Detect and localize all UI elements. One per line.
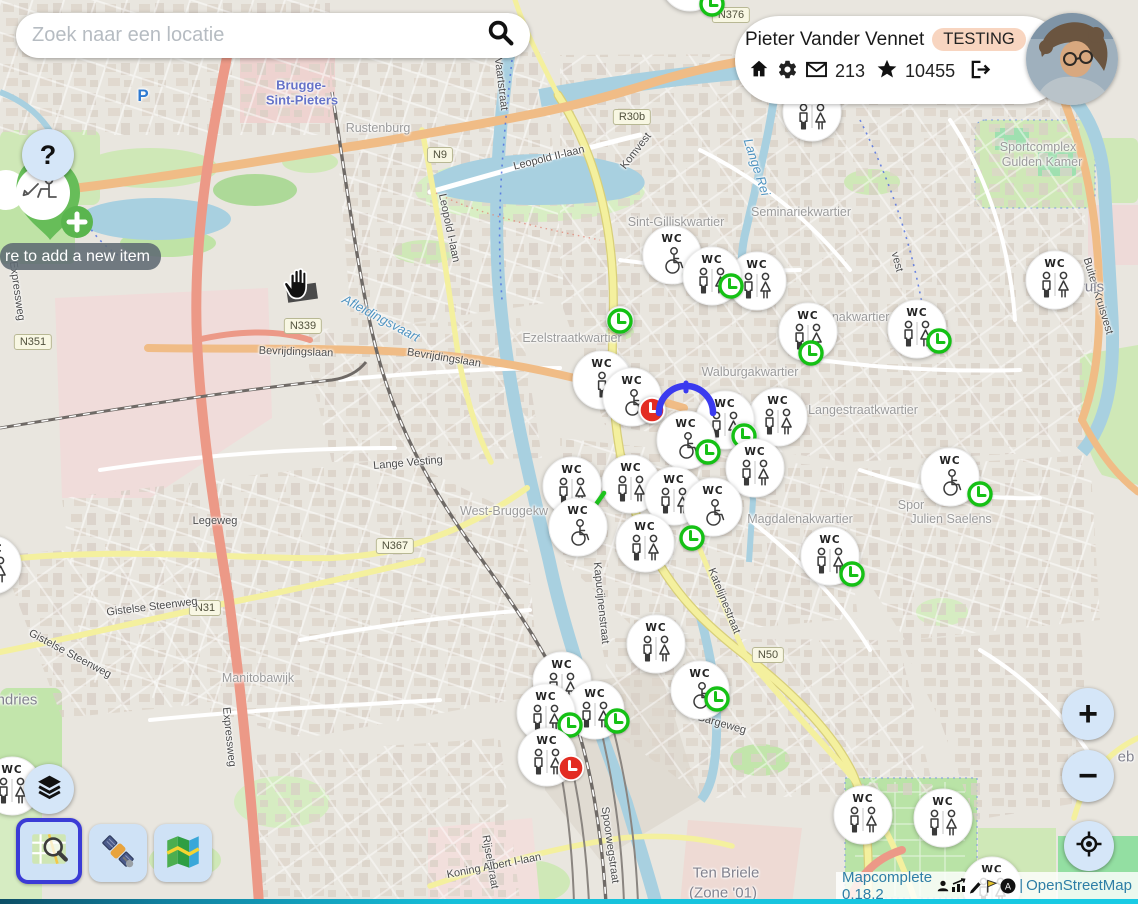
opening-hours-badge [605,306,635,341]
pencil-icon [968,878,983,894]
folded-map-icon [162,830,204,877]
svg-text:WC: WC [906,307,927,319]
toilet-marker[interactable]: WC [1025,250,1085,315]
svg-text:WC: WC [620,462,641,474]
attribution-app[interactable]: Mapcomplete 0.18.2 [842,869,933,903]
zoom-out-button[interactable]: − [1062,750,1114,802]
layers-button[interactable] [24,764,74,814]
contributor-icon [936,878,950,894]
opening-hours-badge [716,271,746,306]
satellite-icon [97,830,139,877]
svg-text:WC: WC [932,796,953,808]
svg-text:WC: WC [645,622,666,634]
svg-text:WC: WC [536,735,557,747]
hand-cursor-icon [280,266,314,304]
toilet-marker[interactable]: WC [615,513,675,578]
crosshair-icon [1075,830,1103,863]
add-item-tooltip: re to add a new item [0,243,161,270]
star-icon [876,58,898,85]
bottom-progress-bar [0,899,1138,904]
user-avatar[interactable] [1026,13,1118,105]
svg-text:WC: WC [701,254,722,266]
map-magnifier-icon [28,828,70,875]
changesets-count: 10455 [905,61,955,82]
testing-badge: TESTING [932,28,1026,51]
background-satellite-button[interactable] [89,824,147,882]
attribution-bar: Mapcomplete 0.18.2 A | OpenStreetMap [836,872,1138,899]
svg-text:WC: WC [939,455,960,467]
background-osm-button[interactable] [16,818,82,884]
toilet-marker[interactable]: WC [0,535,22,600]
user-panel: Pieter Vander Vennet TESTING 213 10455 [735,16,1067,104]
search-input[interactable] [30,23,486,48]
layers-icon [36,774,63,805]
background-chooser [16,818,212,884]
selected-location-arc [654,380,718,425]
search-icon[interactable] [486,18,516,53]
opening-hours-badge [796,338,826,373]
opening-hours-badge [837,559,867,594]
community-icon: A [1000,878,1016,894]
opening-hours-badge [702,684,732,719]
attribution-separator: | [1019,877,1023,894]
svg-text:WC: WC [567,505,588,517]
help-button[interactable]: ? [22,129,74,181]
svg-text:WC: WC [689,668,710,680]
mapcomplete-app: N376R30bN9N339N351N367N31N50Brugge-Sint-… [0,0,1138,904]
svg-text:WC: WC [767,395,788,407]
toilet-marker[interactable]: WC [833,785,893,850]
logout-icon[interactable] [968,59,991,85]
svg-text:WC: WC [634,521,655,533]
opening-hours-badge [697,0,727,24]
map-markers-layer: WC WC WC WC WC WC WC WC WC WC WC WC WC WC WC WC WC WC WC WC… [0,0,1138,904]
svg-text:WC: WC [621,375,642,387]
toilet-marker-wheelchair[interactable]: WC [548,497,608,562]
flag-icon [984,878,999,894]
attribution-osm-link[interactable]: OpenStreetMap [1026,877,1132,894]
svg-text:WC: WC [551,659,572,671]
search-bar[interactable] [16,13,530,58]
background-map-button[interactable] [154,824,212,882]
svg-text:WC: WC [744,446,765,458]
opening-hours-badge [677,523,707,558]
svg-text:WC: WC [561,464,582,476]
home-icon[interactable] [748,58,770,85]
geolocate-button[interactable] [1064,821,1114,871]
svg-text:WC: WC [584,688,605,700]
svg-text:WC: WC [1044,258,1065,270]
opening-hours-badge [924,326,954,361]
svg-text:WC: WC [663,474,684,486]
svg-text:WC: WC [852,793,873,805]
toilet-marker[interactable]: WC [913,788,973,853]
envelope-icon[interactable] [805,60,828,84]
stats-icon [951,878,967,894]
zoom-in-button[interactable]: + [1062,688,1114,740]
svg-text:WC: WC [819,534,840,546]
user-name[interactable]: Pieter Vander Vennet [745,29,924,51]
svg-text:A: A [1005,882,1012,892]
closed-badge [556,753,586,788]
svg-text:WC: WC [702,485,723,497]
opening-hours-badge [965,479,995,514]
opening-hours-badge [602,706,632,741]
svg-text:WC: WC [0,543,3,555]
svg-text:WC: WC [661,233,682,245]
svg-text:WC: WC [1,764,22,776]
svg-text:WC: WC [746,259,767,271]
svg-text:WC: WC [535,691,556,703]
svg-text:WC: WC [797,310,818,322]
gear-icon[interactable] [777,59,798,85]
attribution-icons: A [936,878,1016,894]
messages-count: 213 [835,61,865,82]
